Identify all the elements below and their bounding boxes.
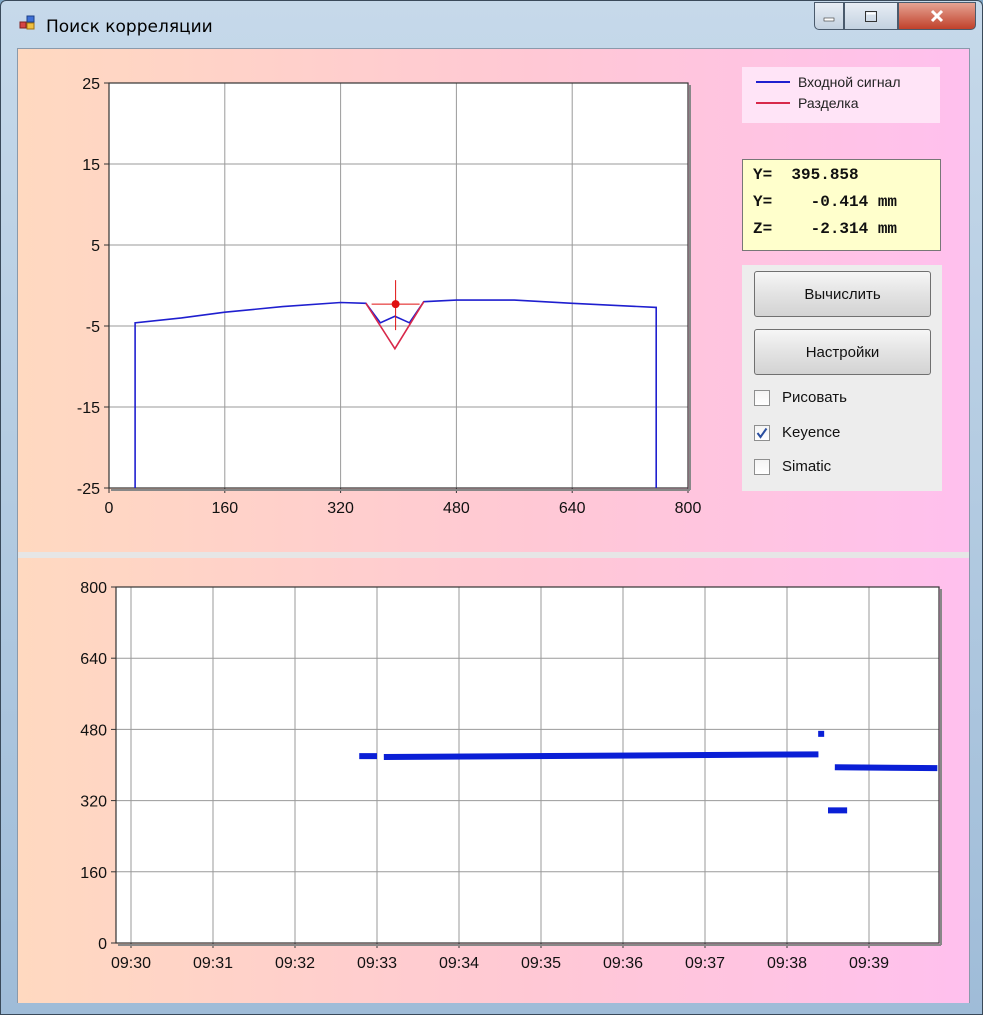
legend-label: Входной сигнал <box>798 74 901 90</box>
y-tick-label: 160 <box>80 865 107 882</box>
y-tick-label: 480 <box>80 722 107 739</box>
data-point <box>818 730 825 737</box>
x-tick-label: 09:31 <box>193 955 233 972</box>
top-panel: 0 160 320 480 640 800 25 15 5 -5 -15 -25 Входной си… <box>18 49 969 552</box>
x-tick-label: 09:33 <box>357 955 397 972</box>
marker-point <box>391 300 400 309</box>
y-tick-label: 5 <box>91 238 100 255</box>
x-tick-label: 640 <box>559 500 586 517</box>
checkbox-box[interactable] <box>754 389 770 406</box>
legend-item-input-signal: Входной сигнал <box>756 74 901 90</box>
plot-area <box>109 83 688 488</box>
x-tick-label: 09:38 <box>767 955 807 972</box>
time-series-chart[interactable]: 09:30 09:31 09:32 09:33 09:34 09:35 09:36 09:37… <box>18 558 969 1003</box>
checkmark-icon <box>756 427 768 439</box>
maximize-button[interactable] <box>844 2 898 30</box>
y-tick-label: 0 <box>98 936 107 953</box>
profile-chart[interactable]: 0 160 320 480 640 800 25 15 5 -5 -15 -25 <box>18 49 718 552</box>
y-tick-label: 800 <box>80 580 107 597</box>
y-tick-label: -5 <box>86 319 100 336</box>
readout-line-y2: Y= -0.414 mm <box>753 193 898 211</box>
x-tick-label: 160 <box>211 500 238 517</box>
maximize-icon <box>865 10 877 22</box>
x-tick-label: 09:37 <box>685 955 725 972</box>
calculate-button[interactable]: Вычислить <box>754 271 931 317</box>
x-tick-label: 09:35 <box>521 955 561 972</box>
checkbox-simatic[interactable]: Simatic <box>754 458 831 475</box>
x-tick-label: 800 <box>675 500 702 517</box>
coordinate-readout: Y= 395.858 Y= -0.414 mm Z= -2.314 mm <box>742 159 941 251</box>
window-title: Поиск корреляции <box>46 17 213 37</box>
client-area: 0 160 320 480 640 800 25 15 5 -5 -15 -25 Входной си… <box>17 48 970 1003</box>
readout-line-z: Z= -2.314 mm <box>753 220 898 238</box>
y-tick-label: -15 <box>77 400 100 417</box>
legend-item-razdelka: Разделка <box>756 95 859 111</box>
checkbox-label: Simatic <box>782 458 832 475</box>
data-segment <box>383 751 819 760</box>
checkbox-box[interactable] <box>754 458 770 475</box>
legend-line-red <box>756 102 790 104</box>
readout-line-y1: Y= 395.858 <box>753 166 859 184</box>
controls-panel: Вычислить Настройки Рисовать Keyence Sim… <box>742 265 942 491</box>
app-window: Поиск корреляции 0 160 320 480 640 800 25 15 5 -5… <box>0 0 983 1015</box>
bottom-panel: 09:30 09:31 09:32 09:33 09:34 09:35 09:36 09:37… <box>18 558 969 1003</box>
y-tick-label: 15 <box>82 157 100 174</box>
x-tick-label: 480 <box>443 500 470 517</box>
checkbox-box[interactable] <box>754 424 770 441</box>
close-icon <box>930 9 944 23</box>
x-tick-label: 09:30 <box>111 955 151 972</box>
minimize-button[interactable] <box>814 2 844 30</box>
checkbox-keyence[interactable]: Keyence <box>754 424 840 441</box>
plot-area <box>116 587 939 943</box>
close-button[interactable] <box>898 2 976 30</box>
x-tick-label: 320 <box>327 500 354 517</box>
legend-label: Разделка <box>798 95 859 111</box>
x-tick-label: 09:36 <box>603 955 643 972</box>
legend-line-blue <box>756 81 790 83</box>
app-window-icon <box>19 15 35 30</box>
y-tick-label: 25 <box>82 76 100 93</box>
chart-legend: Входной сигнал Разделка <box>742 67 940 123</box>
checkbox-draw[interactable]: Рисовать <box>754 389 847 406</box>
settings-button[interactable]: Настройки <box>754 329 931 375</box>
x-tick-label: 09:32 <box>275 955 315 972</box>
minimize-icon <box>823 17 835 22</box>
x-tick-label: 09:34 <box>439 955 479 972</box>
checkbox-label: Keyence <box>782 424 841 441</box>
y-tick-label: 640 <box>80 651 107 668</box>
y-tick-label: -25 <box>77 481 100 498</box>
title-bar[interactable]: Поиск корреляции <box>1 1 982 47</box>
x-tick-label: 0 <box>105 500 114 517</box>
checkbox-label: Рисовать <box>782 389 847 406</box>
x-tick-label: 09:39 <box>849 955 889 972</box>
data-segment <box>834 764 938 772</box>
y-tick-label: 320 <box>80 794 107 811</box>
